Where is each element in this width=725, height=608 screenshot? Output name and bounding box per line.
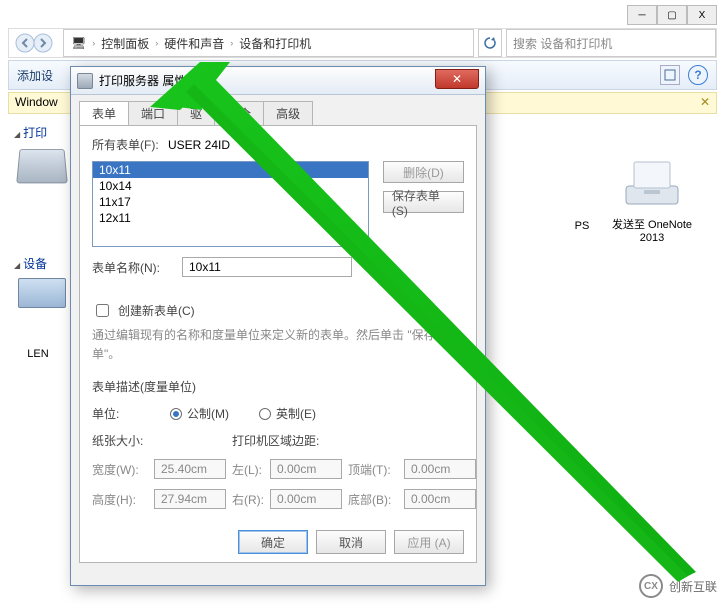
left-input[interactable] — [270, 459, 342, 479]
margin-heading: 打印机区域边距: — [232, 432, 476, 449]
help-icon[interactable]: ? — [688, 65, 708, 85]
width-label: 宽度(W): — [92, 461, 148, 478]
info-text: Window — [15, 95, 58, 109]
create-new-form-checkbox[interactable]: 创建新表单(C) — [92, 301, 464, 320]
height-input[interactable] — [154, 489, 226, 509]
ok-button[interactable]: 确定 — [238, 530, 308, 554]
view-icon[interactable] — [660, 65, 680, 85]
chevron-right-icon: › — [155, 38, 158, 48]
print-server-properties-dialog: 打印服务器 属性 ✕ 表单 端口 驱 安全 高级 所有表单(F): USER 2… — [70, 66, 486, 586]
tab-forms[interactable]: 表单 — [79, 101, 129, 125]
all-forms-value: USER 24ID — [168, 138, 230, 152]
category-printers[interactable]: 打印 — [14, 124, 68, 141]
watermark-logo-icon: CX — [639, 574, 663, 598]
tab-security[interactable]: 安全 — [214, 101, 264, 125]
breadcrumb[interactable]: 🖥 › 控制面板 › 硬件和声音 › 设备和打印机 — [63, 29, 474, 57]
watermark: CX 创新互联 — [639, 574, 717, 598]
apply-button[interactable]: 应用 (A) — [394, 530, 464, 554]
category-devices[interactable]: 设备 — [14, 255, 68, 272]
radio-label: 英制(E) — [276, 405, 316, 422]
right-label: 右(R): — [232, 491, 264, 508]
radio-dot-icon — [170, 408, 182, 420]
unit-metric-radio[interactable]: 公制(M) — [170, 405, 229, 422]
right-input[interactable] — [270, 489, 342, 509]
category-panel: 打印 设备 LEN — [8, 116, 68, 568]
radio-dot-icon — [259, 408, 271, 420]
window-close-button[interactable]: X — [687, 5, 717, 25]
device-label: PS — [567, 220, 597, 232]
device-label: 2013 — [607, 232, 697, 244]
device-label: 发送至 OneNote — [607, 216, 697, 232]
description-text: 通过编辑现有的名称和度量单位来定义新的表单。然后单击 "保存表单"。 — [92, 326, 464, 364]
maximize-button[interactable]: ▢ — [657, 5, 687, 25]
forms-listbox[interactable]: 10x11 10x14 11x17 12x11 — [92, 161, 369, 247]
bottom-input[interactable] — [404, 489, 476, 509]
refresh-button[interactable] — [478, 29, 502, 57]
device-label: LEN — [8, 348, 68, 360]
crumb-control-panel[interactable]: 控制面板 — [101, 35, 149, 52]
crumb-devices-printers[interactable]: 设备和打印机 — [239, 35, 311, 52]
unit-label: 单位: — [92, 405, 140, 422]
list-item[interactable]: 10x11 — [93, 162, 368, 178]
list-item[interactable]: 12x11 — [93, 210, 368, 226]
info-close-icon[interactable]: ✕ — [700, 95, 710, 109]
laptop-icon — [18, 278, 66, 308]
dialog-close-button[interactable]: ✕ — [435, 69, 479, 89]
watermark-text: 创新互联 — [669, 578, 717, 595]
computer-icon: 🖥 — [71, 36, 86, 50]
section-title: 表单描述(度量单位) — [92, 378, 464, 395]
tab-drivers[interactable]: 驱 — [177, 101, 215, 125]
dialog-title: 打印服务器 属性 — [99, 72, 186, 89]
chevron-right-icon: › — [92, 38, 95, 48]
radio-label: 公制(M) — [187, 405, 229, 422]
chevron-right-icon: › — [230, 38, 233, 48]
top-label: 顶端(T): — [348, 461, 398, 478]
cancel-button[interactable]: 取消 — [316, 530, 386, 554]
delete-button[interactable]: 删除(D) — [383, 161, 464, 183]
list-item[interactable]: 10x14 — [93, 178, 368, 194]
printer-icon — [77, 73, 93, 89]
device-onenote[interactable]: 发送至 OneNote 2013 — [607, 156, 697, 244]
unit-imperial-radio[interactable]: 英制(E) — [259, 405, 316, 422]
checkbox-input[interactable] — [96, 304, 109, 317]
device-ps: PS — [567, 220, 597, 232]
minimize-button[interactable]: ─ — [627, 5, 657, 25]
nav-back-forward[interactable] — [9, 29, 59, 57]
all-forms-label: 所有表单(F): — [92, 136, 168, 153]
checkbox-label: 创建新表单(C) — [118, 302, 195, 319]
nav-bar: 🖥 › 控制面板 › 硬件和声音 › 设备和打印机 搜索 设备和打印机 — [8, 28, 717, 58]
dialog-titlebar[interactable]: 打印服务器 属性 ✕ — [71, 67, 485, 95]
tab-row: 表单 端口 驱 安全 高级 — [71, 95, 485, 125]
list-item[interactable]: 11x17 — [93, 194, 368, 210]
top-input[interactable] — [404, 459, 476, 479]
toolbar-add-device[interactable]: 添加设 — [17, 67, 53, 84]
bottom-label: 底部(B): — [348, 491, 398, 508]
search-input[interactable]: 搜索 设备和打印机 — [506, 29, 716, 57]
form-name-label: 表单名称(N): — [92, 259, 182, 276]
width-input[interactable] — [154, 459, 226, 479]
scanner-icon — [16, 149, 68, 183]
paper-size-heading: 纸张大小: — [92, 432, 148, 449]
crumb-hardware-sound[interactable]: 硬件和声音 — [164, 35, 224, 52]
tab-ports[interactable]: 端口 — [128, 101, 178, 125]
save-form-button[interactable]: 保存表单(S) — [383, 191, 464, 213]
left-label: 左(L): — [232, 461, 264, 478]
tab-advanced[interactable]: 高级 — [263, 101, 313, 125]
form-name-input[interactable] — [182, 257, 352, 277]
height-label: 高度(H): — [92, 491, 148, 508]
tab-body: 所有表单(F): USER 24ID 10x11 10x14 11x17 12x… — [79, 125, 477, 563]
